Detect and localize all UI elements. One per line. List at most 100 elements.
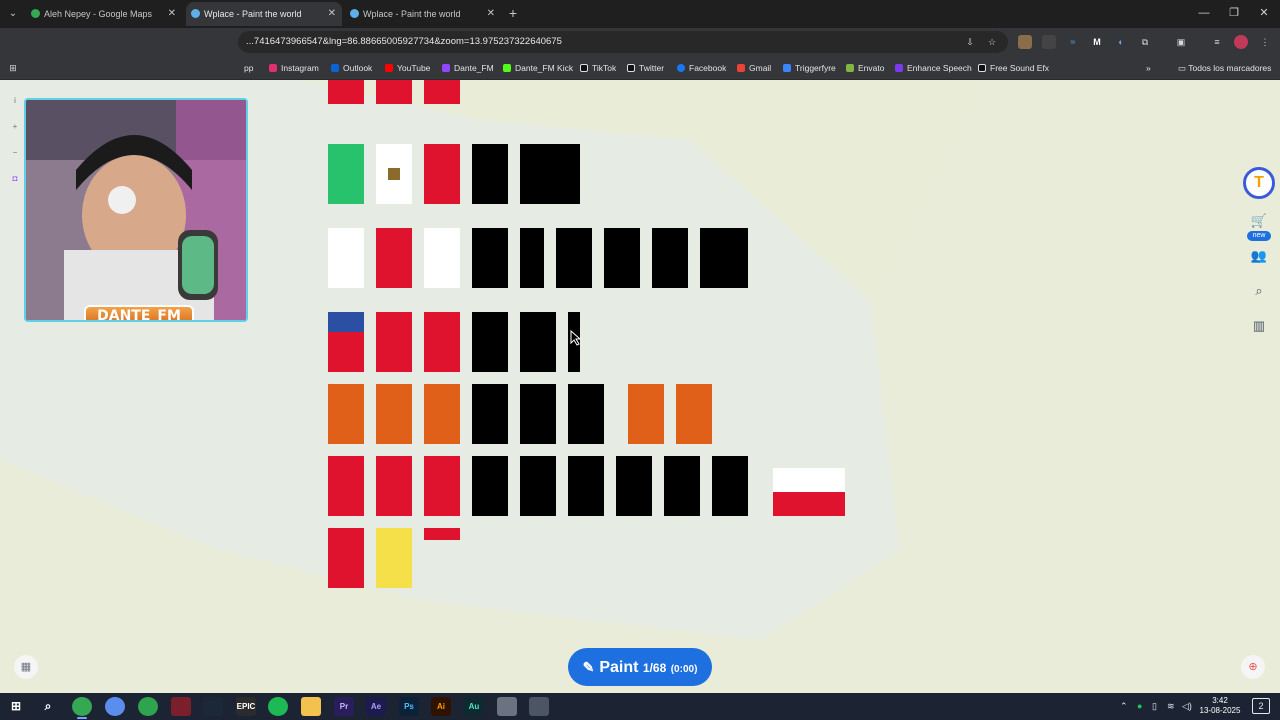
file-explorer-icon[interactable] bbox=[301, 697, 321, 716]
extension-icon[interactable] bbox=[1018, 35, 1032, 49]
spotify-icon[interactable] bbox=[268, 697, 288, 716]
tray-chevron-icon[interactable]: ⌃ bbox=[1120, 701, 1128, 712]
bookmark-star-icon[interactable]: ☆ bbox=[985, 35, 999, 49]
all-bookmarks-folder[interactable]: ▭ Todos los marcadores bbox=[1178, 61, 1271, 75]
bookmark-dante-fm[interactable]: Dante_FM bbox=[442, 61, 494, 75]
extension-icon[interactable]: M bbox=[1090, 35, 1104, 49]
calculator-icon[interactable] bbox=[497, 697, 517, 716]
close-window-button[interactable]: ✕ bbox=[1244, 2, 1280, 24]
active-indicator bbox=[77, 717, 87, 719]
close-tab-icon[interactable]: ✕ bbox=[487, 2, 495, 26]
locate-me-icon[interactable]: ⊕ bbox=[1241, 655, 1265, 679]
x-twitter-icon bbox=[627, 64, 635, 72]
search-location-icon[interactable]: ⌕ bbox=[1248, 280, 1270, 302]
tab-google-maps[interactable]: Aleh Nepey - Google Maps ✕ bbox=[26, 2, 182, 26]
extension-icon[interactable]: ≈ bbox=[1066, 35, 1080, 49]
tab-search-icon[interactable]: ≡ bbox=[1210, 35, 1224, 49]
bookmark-twitter[interactable]: Twitter bbox=[627, 61, 664, 75]
start-windows-icon[interactable]: ⊞ bbox=[6, 697, 26, 716]
zoom-out-icon[interactable]: − bbox=[8, 140, 22, 166]
leaderboard-icon[interactable]: ▥ bbox=[1248, 315, 1270, 337]
store-cart-icon[interactable]: 🛒 bbox=[1248, 210, 1270, 232]
bookmarks-bar: ⊞ pp Instagram Outlook YouTube Dante_FM … bbox=[0, 56, 1280, 80]
browser-toolbar: ...7416473966547&lng=86.88665005927734&z… bbox=[0, 28, 1280, 56]
clock-time: 3:42 bbox=[1212, 696, 1228, 705]
app-window-icon[interactable] bbox=[529, 697, 549, 716]
map-layers-icon[interactable]: ▦ bbox=[14, 655, 38, 679]
painted-pixel-block bbox=[472, 312, 508, 372]
folder-icon: ▭ bbox=[1178, 63, 1189, 73]
painted-pixel-block bbox=[628, 384, 664, 444]
apps-grid-icon[interactable]: ⊞ bbox=[6, 61, 20, 75]
chrome-icon[interactable] bbox=[72, 697, 92, 716]
close-tab-icon[interactable]: ✕ bbox=[328, 2, 336, 26]
painted-pixel-block bbox=[376, 228, 412, 288]
illustrator-icon[interactable]: Ai bbox=[431, 697, 451, 716]
bookmark-label: Gmail bbox=[749, 63, 772, 73]
painted-pixel-block bbox=[424, 384, 460, 444]
zoom-in-icon[interactable]: + bbox=[8, 114, 22, 140]
gmail-icon bbox=[737, 64, 745, 72]
bookmark-app-partial[interactable]: pp bbox=[244, 61, 253, 75]
audition-icon[interactable]: Au bbox=[464, 697, 484, 716]
tab-wplace-active[interactable]: Wplace - Paint the world ✕ bbox=[186, 2, 342, 26]
tray-app-icon[interactable]: ▯ bbox=[1152, 701, 1157, 712]
wifi-icon[interactable]: ≋ bbox=[1167, 701, 1175, 712]
tab-wplace[interactable]: Wplace - Paint the world ✕ bbox=[345, 2, 501, 26]
twitch-icon bbox=[442, 64, 450, 72]
menu-kebab-icon[interactable]: ⋮ bbox=[1258, 35, 1272, 49]
extension-icon[interactable] bbox=[1042, 35, 1056, 49]
paint-button[interactable]: ✎ Paint 1/68 (0:00) bbox=[568, 648, 712, 686]
alliance-people-icon[interactable]: 👥 bbox=[1248, 245, 1270, 267]
painted-pixel-block bbox=[328, 456, 364, 516]
search-icon[interactable]: ⌕ bbox=[38, 697, 58, 716]
painted-pixel-block bbox=[520, 312, 556, 372]
painted-pixel-block bbox=[328, 312, 364, 332]
bookmark-instagram[interactable]: Instagram bbox=[269, 61, 319, 75]
app-icon[interactable] bbox=[138, 697, 158, 716]
bookmark-tiktok[interactable]: TikTok bbox=[580, 61, 616, 75]
bookmark-enhance-speech[interactable]: Enhance Speech bbox=[895, 61, 972, 75]
profile-avatar[interactable] bbox=[1234, 35, 1248, 49]
map-canvas[interactable]: DANTE_FM i + − ◘ T 🛒 new 👥 ⌕ ▥ ▦ ⊕ bbox=[0, 80, 1280, 693]
install-app-icon[interactable]: ⇩ bbox=[963, 35, 977, 49]
tab-search-icon[interactable]: ⌄ bbox=[4, 5, 22, 23]
bookmarks-overflow-chevron-icon[interactable]: » bbox=[1146, 61, 1151, 75]
notifications-icon[interactable]: 2 bbox=[1252, 698, 1270, 714]
close-tab-icon[interactable]: ✕ bbox=[168, 2, 176, 26]
app-icon[interactable] bbox=[171, 697, 191, 716]
reading-list-icon[interactable]: ▣ bbox=[1174, 35, 1188, 49]
bookmark-facebook[interactable]: Facebook bbox=[677, 61, 726, 75]
tab-title: Wplace - Paint the world bbox=[204, 9, 302, 19]
twitch-icon[interactable]: ◘ bbox=[8, 166, 22, 192]
bookmark-youtube[interactable]: YouTube bbox=[385, 61, 430, 75]
bookmark-envato[interactable]: Envato bbox=[846, 61, 884, 75]
photoshop-icon[interactable]: Ps bbox=[399, 697, 419, 716]
painted-pixel-block bbox=[328, 332, 364, 372]
extension-icon[interactable]: ◐ bbox=[1114, 35, 1128, 49]
enhance-speech-icon bbox=[895, 64, 903, 72]
taskbar-clock[interactable]: 3:42 13-08-2025 bbox=[1196, 696, 1244, 716]
wplace-logo[interactable]: T bbox=[1243, 167, 1275, 199]
painted-pixel-block bbox=[568, 384, 604, 444]
bookmark-label: Instagram bbox=[281, 63, 319, 73]
steam-icon[interactable] bbox=[203, 697, 223, 716]
bookmark-free-sound-efx[interactable]: Free Sound Efx bbox=[978, 61, 1049, 75]
volume-icon[interactable]: ◁) bbox=[1182, 701, 1192, 712]
extensions-puzzle-icon[interactable]: ⧉ bbox=[1138, 35, 1152, 49]
address-bar[interactable]: ...7416473966547&lng=86.88665005927734&z… bbox=[238, 31, 1008, 53]
after-effects-icon[interactable]: Ae bbox=[366, 697, 386, 716]
painted-pixel-block bbox=[472, 144, 508, 204]
premiere-icon[interactable]: Pr bbox=[334, 697, 354, 716]
info-icon[interactable]: i bbox=[8, 88, 22, 114]
bookmark-gmail[interactable]: Gmail bbox=[737, 61, 771, 75]
new-badge: new bbox=[1247, 231, 1271, 241]
epic-games-icon[interactable]: EPIC bbox=[236, 697, 256, 716]
tray-status-icon[interactable]: ● bbox=[1137, 701, 1142, 711]
new-tab-button[interactable]: + bbox=[504, 4, 522, 22]
bookmark-triggerfyre[interactable]: Triggerfyre bbox=[783, 61, 836, 75]
bookmark-dante-fm-kick[interactable]: Dante_FM Kick bbox=[503, 61, 573, 75]
painted-pixel-block bbox=[424, 528, 460, 540]
chrome-profile-icon[interactable] bbox=[105, 697, 125, 716]
bookmark-outlook[interactable]: Outlook bbox=[331, 61, 372, 75]
